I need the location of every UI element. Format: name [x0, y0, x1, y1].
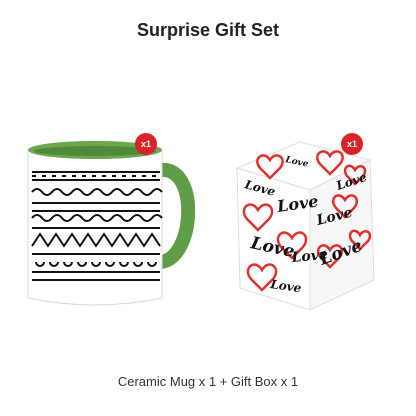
product-illustrations: Love Love Love Love Love Love Love Love … [27, 141, 375, 311]
set-contents-caption: Ceramic Mug x 1 + Gift Box x 1 [117, 374, 299, 389]
mug-quantity-badge: x1 [135, 133, 157, 155]
mug-handle [153, 162, 196, 269]
box-quantity-badge: x1 [341, 133, 363, 155]
ceramic-mug-image [27, 141, 196, 306]
gift-box-image: Love Love Love Love Love Love Love Love … [235, 141, 375, 311]
